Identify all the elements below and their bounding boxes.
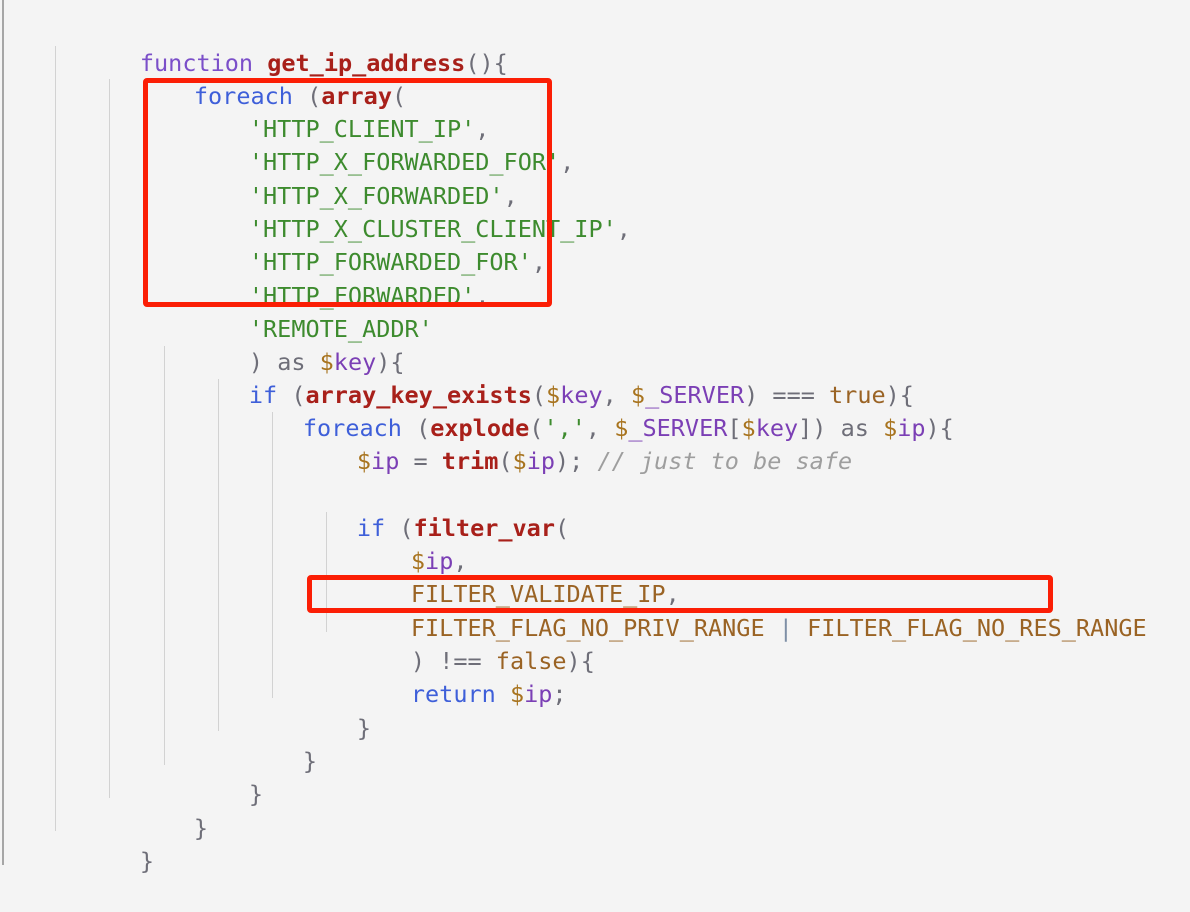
code-line-24: } bbox=[109, 779, 208, 842]
token-keyword-return: return bbox=[410, 680, 496, 709]
code-line-21: } bbox=[272, 679, 371, 742]
code-line-23: } bbox=[164, 745, 263, 808]
code-line-18: FILTER_FLAG_NO_PRIV_RANGE | FILTER_FLAG_… bbox=[326, 579, 1147, 642]
token-comma: , bbox=[475, 282, 490, 311]
token-comma: , bbox=[616, 215, 631, 244]
token-operator-bitwise-or: | bbox=[778, 614, 793, 643]
token-sigil: $ bbox=[883, 414, 898, 443]
token-operator-assign: = bbox=[399, 447, 442, 476]
code-line-10: ) as $key){ bbox=[164, 313, 405, 376]
code-line-8: 'HTTP_FORWARDED', bbox=[164, 247, 490, 310]
code-line-6: 'HTTP_X_CLUSTER_CLIENT_IP', bbox=[164, 180, 631, 243]
token-paren-open: ( bbox=[554, 514, 570, 543]
code-viewer: function get_ip_address(){ foreach (arra… bbox=[0, 0, 1190, 875]
token-brace-close: } bbox=[356, 714, 372, 743]
token-brace-close: } bbox=[302, 747, 318, 776]
code-line-22: } bbox=[218, 712, 317, 775]
code-line-1: function get_ip_address(){ bbox=[55, 14, 508, 77]
token-variable-ip: ip bbox=[526, 447, 555, 476]
code-line-4: 'HTTP_X_FORWARDED_FOR', bbox=[164, 113, 574, 176]
code-line-17: FILTER_VALIDATE_IP, bbox=[326, 545, 680, 608]
token-sigil: $ bbox=[509, 680, 525, 709]
token-brace-close: } bbox=[193, 814, 209, 843]
code-line-20: return $ip; bbox=[326, 645, 567, 708]
code-line-11: if (array_key_exists($key, $_SERVER) ===… bbox=[164, 346, 914, 409]
token-sigil: $ bbox=[356, 447, 372, 476]
code-line-12: foreach (explode(',', $_SERVER[$key]) as… bbox=[218, 379, 954, 442]
code-line-9: 'REMOTE_ADDR' bbox=[164, 280, 433, 343]
token-brace-close: } bbox=[139, 847, 155, 876]
code-line-5: 'HTTP_X_FORWARDED', bbox=[164, 147, 518, 210]
code-lines[interactable]: function get_ip_address(){ foreach (arra… bbox=[0, 0, 1190, 875]
token-paren-close-semicolon: ); bbox=[555, 447, 598, 476]
code-line-15: if (filter_var( bbox=[272, 479, 569, 542]
code-line-7: 'HTTP_FORWARDED_FOR', bbox=[164, 213, 546, 276]
token-paren-open: ( bbox=[498, 447, 513, 476]
token-paren-brace: ){ bbox=[566, 647, 595, 676]
code-line-25: } bbox=[55, 812, 154, 875]
token-paren-brace: ){ bbox=[925, 414, 954, 443]
token-variable-ip: ip bbox=[524, 680, 553, 709]
token-comma: , bbox=[531, 248, 547, 277]
code-line-16: $ip, bbox=[326, 512, 468, 575]
token-parens-open-brace: (){ bbox=[465, 49, 508, 78]
code-line-19: ) !== false){ bbox=[326, 612, 595, 675]
token-variable-ip: ip bbox=[897, 414, 926, 443]
code-line-2: foreach (array( bbox=[109, 47, 406, 110]
token-function-trim: trim bbox=[441, 447, 499, 476]
token-brace-close: } bbox=[248, 780, 264, 809]
code-line-3: 'HTTP_CLIENT_IP', bbox=[164, 80, 490, 143]
token-variable-ip: ip bbox=[371, 447, 400, 476]
token-semicolon: ; bbox=[552, 680, 567, 709]
token-comma: , bbox=[560, 148, 575, 177]
code-line-13: $ip = trim($ip); // just to be safe bbox=[272, 412, 852, 475]
token-comment: // just to be safe bbox=[597, 447, 853, 476]
token-sigil: $ bbox=[512, 447, 527, 476]
token-constant-no-res-range: FILTER_FLAG_NO_RES_RANGE bbox=[807, 614, 1147, 643]
